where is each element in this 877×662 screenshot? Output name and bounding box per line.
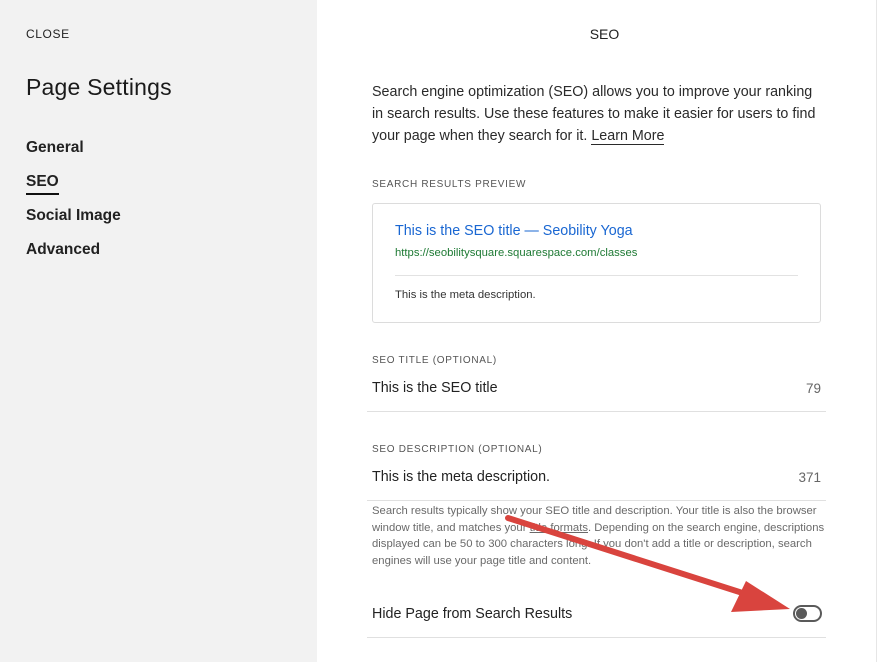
panel-title: SEO bbox=[589, 26, 620, 42]
hide-page-label: Hide Page from Search Results bbox=[372, 606, 573, 622]
nav-item-label: Social Image bbox=[26, 207, 121, 224]
toggle-knob bbox=[796, 608, 807, 619]
seo-description-label: SEO DESCRIPTION (OPTIONAL) bbox=[372, 444, 543, 455]
preview-title: This is the SEO title — Seobility Yoga bbox=[395, 223, 633, 239]
nav-item-label: General bbox=[26, 139, 84, 156]
seo-description-value: This is the meta description. bbox=[372, 469, 550, 485]
close-button[interactable]: CLOSE bbox=[26, 27, 70, 41]
seo-panel: SEO Search engine optimization (SEO) all… bbox=[317, 0, 877, 662]
page-settings-title: Page Settings bbox=[26, 74, 172, 100]
nav-item-general[interactable]: General bbox=[26, 139, 121, 173]
settings-nav: General SEO Social Image Advanced bbox=[26, 139, 121, 275]
seo-intro-text: Search engine optimization (SEO) allows … bbox=[372, 81, 817, 147]
preview-divider bbox=[395, 275, 798, 276]
sidebar: CLOSE Page Settings General SEO Social I… bbox=[0, 0, 317, 662]
preview-section-label: SEARCH RESULTS PREVIEW bbox=[372, 179, 527, 190]
title-formats-link[interactable]: title formats bbox=[530, 522, 588, 534]
nav-item-label: SEO bbox=[26, 173, 59, 195]
search-results-preview: This is the SEO title — Seobility Yoga h… bbox=[372, 203, 821, 323]
preview-url: https://seobilitysquare.squarespace.com/… bbox=[395, 247, 638, 259]
seo-title-field[interactable]: This is the SEO title 79 bbox=[367, 370, 826, 412]
nav-item-advanced[interactable]: Advanced bbox=[26, 241, 121, 275]
nav-item-label: Advanced bbox=[26, 241, 101, 258]
nav-item-seo[interactable]: SEO bbox=[26, 173, 121, 207]
hide-page-row: Hide Page from Search Results bbox=[367, 592, 826, 638]
seo-description-char-count: 371 bbox=[798, 470, 821, 485]
seo-title-label: SEO TITLE (OPTIONAL) bbox=[372, 355, 497, 366]
seo-title-char-count: 79 bbox=[805, 381, 821, 396]
nav-item-social-image[interactable]: Social Image bbox=[26, 207, 121, 241]
seo-description-field[interactable]: This is the meta description. 371 bbox=[367, 459, 826, 501]
preview-description: This is the meta description. bbox=[395, 289, 536, 301]
seo-title-value: This is the SEO title bbox=[372, 380, 498, 396]
learn-more-link[interactable]: Learn More bbox=[591, 128, 665, 145]
seo-help-text: Search results typically show your SEO t… bbox=[372, 503, 827, 569]
hide-page-toggle[interactable] bbox=[793, 605, 822, 622]
